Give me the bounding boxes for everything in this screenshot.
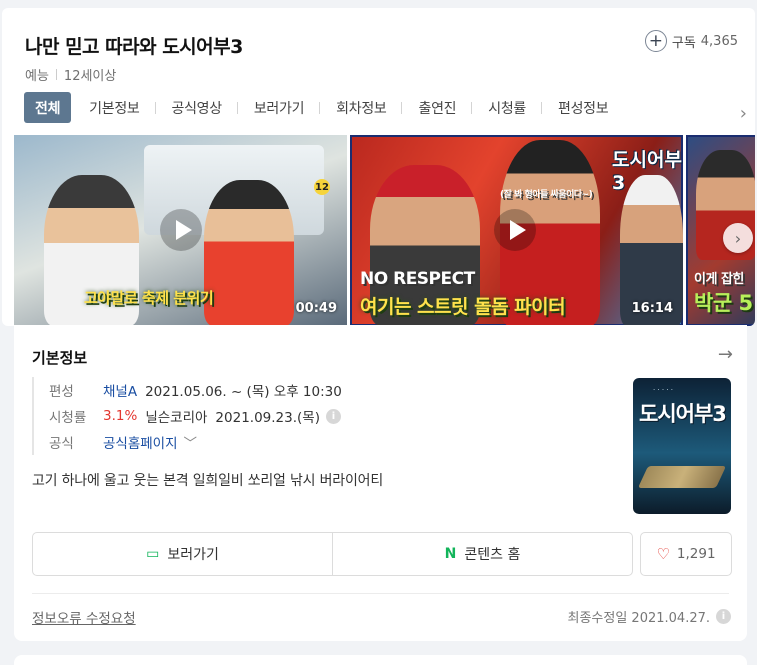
chevron-down-icon[interactable]: ﹀ — [184, 432, 198, 452]
video-caption: 박군 5 — [694, 291, 753, 315]
heart-icon: ♡ — [656, 545, 670, 563]
tab-schedule[interactable]: 편성정보 — [542, 92, 624, 123]
channel-link[interactable]: 채널A — [103, 380, 137, 400]
tab-basic-info[interactable]: 기본정보 — [73, 92, 156, 123]
tab-watch[interactable]: 보러가기 — [238, 92, 321, 123]
button-group: ▭ 보러가기 N 콘텐츠 홈 — [32, 532, 633, 576]
genre-label: 예능 — [25, 69, 49, 84]
naver-n-icon: N — [444, 546, 457, 562]
tab-cast[interactable]: 출연진 — [402, 92, 472, 123]
program-description: 고기 하나에 울고 웃는 본격 일희일비 쏘리얼 낚시 버라이어티 — [32, 473, 384, 489]
info-icon[interactable]: i — [325, 408, 341, 424]
program-poster[interactable]: · · · · · 도시어부3 — [633, 378, 731, 514]
info-icon[interactable]: i — [716, 609, 731, 624]
video-subcaption: (잘 봐 형아들 싸움이다~) — [500, 190, 593, 200]
subscribe-button[interactable]: + 구독 4,365 — [644, 30, 738, 52]
plus-icon: + — [644, 30, 667, 52]
video-thumbnail[interactable]: 12 고야말로 축제 분위기 00:49 — [14, 135, 347, 326]
video-caption: 여기는 스트릿 돌돔 파이터 — [360, 296, 566, 318]
video-carousel: 12 고야말로 축제 분위기 00:49 도시어부3 (잘 봐 형아들 싸움이다… — [14, 135, 755, 326]
info-list: 편성 채널A 2021.05.06. ~ (목) 오후 10:30 시청률 3.… — [32, 377, 342, 455]
video-thumbnail[interactable]: 도시어부3 (잘 봐 형아들 싸움이다~) NO RESPECT 여기는 스트릿… — [350, 135, 683, 326]
schedule-text: 2021.05.06. ~ (목) 오후 10:30 — [145, 384, 342, 400]
tab-official-videos[interactable]: 공식영상 — [156, 92, 239, 123]
subscribe-count: 4,365 — [700, 33, 738, 49]
official-homepage-link[interactable]: 공식홈페이지 — [103, 432, 178, 452]
poster-title: 도시어부3 — [639, 402, 727, 426]
program-header-card: 나만 믿고 따라와 도시어부3 예능 12세이상 + 구독 4,365 전체 기… — [2, 8, 755, 326]
like-button[interactable]: ♡ 1,291 — [640, 532, 732, 576]
info-row-schedule: 편성 채널A 2021.05.06. ~ (목) 오후 10:30 — [49, 377, 342, 403]
tab-all[interactable]: 전체 — [24, 92, 72, 123]
video-duration: 00:49 — [295, 301, 337, 316]
play-icon[interactable] — [493, 208, 537, 252]
info-label: 공식 — [49, 436, 74, 452]
rating-date: 2021.09.23.(목) — [215, 410, 320, 426]
info-row-rating: 시청률 3.1% 닐슨코리아 2021.09.23.(목) i — [49, 403, 342, 429]
arrow-right-icon[interactable]: → — [718, 344, 733, 365]
action-buttons: ▭ 보러가기 N 콘텐츠 홈 ♡ 1,291 — [32, 532, 732, 576]
last-updated: 최종수정일 2021.04.27. i — [567, 607, 731, 626]
basic-info-card: 기본정보 → 편성 채널A 2021.05.06. ~ (목) 오후 10:30… — [14, 325, 747, 641]
channel-badge: 12 — [314, 179, 330, 195]
next-card — [14, 655, 747, 665]
content-home-button[interactable]: N 콘텐츠 홈 — [332, 533, 632, 575]
person-image — [204, 180, 294, 326]
poster-fish-graphic — [637, 466, 727, 488]
program-meta: 예능 12세이상 — [25, 65, 116, 84]
video-camera-icon: ▭ — [146, 546, 160, 562]
chevron-right-icon: › — [734, 228, 742, 248]
like-count: 1,291 — [676, 546, 716, 562]
play-icon[interactable] — [159, 208, 203, 252]
last-updated-text: 최종수정일 2021.04.27. — [567, 611, 711, 626]
page-title: 나만 믿고 따라와 도시어부3 — [25, 36, 243, 58]
show-logo: 도시어부3 — [612, 149, 682, 194]
tab-episodes[interactable]: 회차정보 — [320, 92, 403, 123]
subscribe-label: 구독 — [671, 35, 696, 51]
carousel-next-button[interactable]: › — [723, 223, 753, 253]
video-caption: 고야말로 축제 분위기 — [84, 289, 214, 307]
video-duration: 16:14 — [631, 301, 673, 316]
info-label: 시청률 — [49, 410, 87, 426]
watch-label: 보러가기 — [167, 547, 219, 563]
age-rating-label: 12세이상 — [63, 69, 117, 84]
video-caption-top: 이게 잡힌 — [694, 272, 744, 287]
divider — [32, 593, 729, 594]
rating-source: 닐슨코리아 — [145, 410, 208, 426]
report-error-link[interactable]: 정보오류 수정요청 — [32, 607, 136, 627]
tab-ratings[interactable]: 시청률 — [472, 92, 542, 123]
info-label: 편성 — [49, 384, 74, 400]
rating-value: 3.1% — [103, 408, 138, 424]
watch-button[interactable]: ▭ 보러가기 — [33, 533, 332, 575]
content-home-label: 콘텐츠 홈 — [464, 547, 521, 563]
section-title: 기본정보 — [32, 349, 88, 367]
poster-subtitle-graphic: · · · · · — [653, 386, 674, 394]
video-caption-top: NO RESPECT — [360, 269, 475, 289]
divider — [55, 69, 57, 80]
info-row-official: 공식 공식홈페이지 ﹀ — [49, 429, 342, 455]
tab-bar: 전체 기본정보 공식영상 보러가기 회차정보 출연진 시청률 편성정보 — [24, 92, 624, 123]
chevron-right-icon[interactable]: › — [740, 103, 747, 124]
